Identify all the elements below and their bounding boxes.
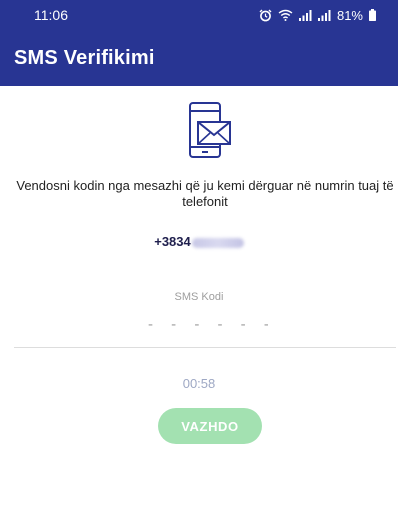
divider (14, 347, 396, 348)
status-time: 11:06 (34, 7, 68, 23)
countdown-timer: 00:58 (182, 376, 216, 391)
phone-number-masked (191, 237, 244, 248)
status-icons: 81% (259, 8, 376, 23)
continue-button[interactable]: VAZHDO (158, 408, 262, 444)
page-title: SMS Verifikimi (14, 46, 155, 69)
battery-icon (369, 9, 376, 21)
mail-phone-icon (184, 101, 236, 159)
battery-text: 81% (336, 7, 363, 23)
verification-panel: Vendosni kodin nga mesazhi që ju kemi dë… (0, 86, 398, 508)
status-bar: 11:06 81% (0, 0, 398, 30)
app-bar: SMS Verifikimi (0, 30, 398, 86)
wifi-icon (278, 9, 293, 21)
signal-icon (298, 9, 312, 21)
phone-number-prefix: +3834 (154, 234, 191, 249)
alarm-icon (259, 9, 272, 22)
sms-code-input[interactable] (148, 314, 268, 334)
phone-screen: 11:06 81% SMS Verifikimi Vendosni kodin … (0, 0, 398, 508)
signal-icon (317, 9, 331, 21)
sms-code-label: SMS Kodi (174, 291, 224, 303)
phone-number: +3834 (0, 234, 398, 249)
instruction-text: Vendosni kodin nga mesazhi që ju kemi dë… (16, 178, 394, 209)
